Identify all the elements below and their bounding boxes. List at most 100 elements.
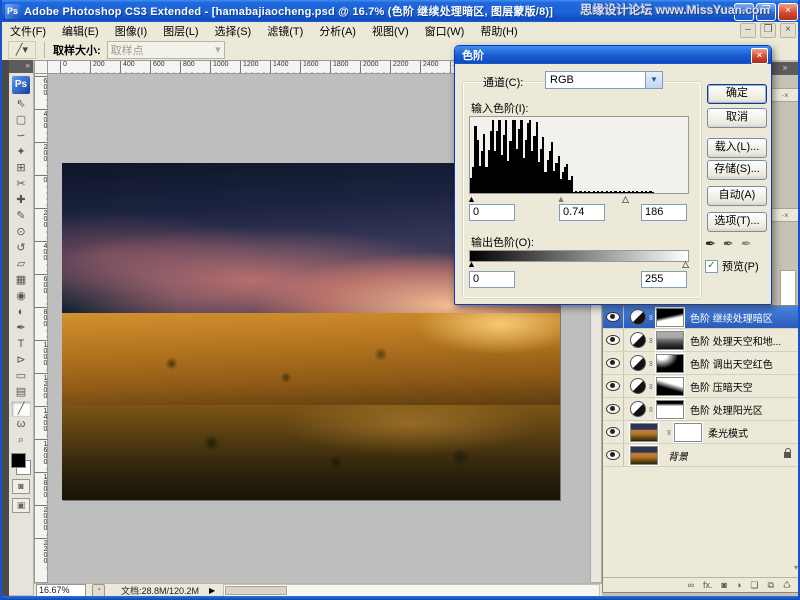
layer-mask-thumbnail[interactable]	[656, 331, 684, 350]
layer-row-3[interactable]: ∞色阶 压暗天空	[603, 375, 800, 398]
layer-name[interactable]: 柔光模式	[708, 425, 748, 440]
blur-tool-icon[interactable]: ◉	[11, 289, 31, 305]
black-point-eyedropper-icon[interactable]: ✒	[705, 236, 716, 252]
menu-item-0[interactable]: 文件(F)	[2, 22, 54, 40]
dialog-close-button[interactable]: ×	[751, 48, 768, 64]
layer-row-4[interactable]: ∞色阶 处理阳光区	[603, 398, 800, 421]
gradient-tool-icon[interactable]: ▦	[11, 273, 31, 289]
layer-row-2[interactable]: ∞色阶 调出天空红色	[603, 352, 800, 375]
adjustment-layer-icon[interactable]	[630, 309, 646, 325]
doc-control-0[interactable]: –	[740, 23, 756, 38]
hidden-panel-scrollbar[interactable]	[780, 270, 796, 308]
eyedropper-tool-preset[interactable]: ╱▾	[8, 41, 36, 59]
load-button[interactable]: 载入(L)...	[707, 138, 767, 158]
levels-dialog[interactable]: 色阶 × 通道(C): RGB ▼ 输入色阶(I): ▲ ▲ △ 0 0.74 …	[454, 45, 772, 305]
hidden-panel-header[interactable]: -×	[770, 88, 800, 102]
shape-tool-icon[interactable]: ▭	[11, 369, 31, 385]
eye-icon[interactable]	[606, 381, 620, 391]
lasso-tool-icon[interactable]: ∽	[11, 129, 31, 145]
layer-visibility-cell[interactable]	[603, 352, 624, 374]
output-highlight-slider[interactable]: △	[682, 260, 689, 269]
menu-item-3[interactable]: 图层(L)	[155, 22, 206, 40]
status-flyout-arrow[interactable]: ▶	[209, 586, 215, 595]
slice-tool-icon[interactable]: ✂	[11, 177, 31, 193]
eraser-tool-icon[interactable]: ▱	[11, 257, 31, 273]
menu-item-5[interactable]: 滤镜(T)	[259, 22, 311, 40]
layer-visibility-cell[interactable]	[603, 306, 624, 328]
layer-visibility-cell[interactable]	[603, 398, 624, 420]
layer-row-0[interactable]: ∞色阶 继续处理暗区	[603, 306, 800, 329]
input-gamma-slider[interactable]: ▲	[557, 195, 566, 204]
screen-mode-button[interactable]: ▣	[12, 498, 30, 513]
type-tool-icon[interactable]: T	[11, 337, 31, 353]
menu-item-2[interactable]: 图像(I)	[107, 22, 155, 40]
new-layer-icon[interactable]: ⧉	[767, 580, 773, 591]
menu-item-9[interactable]: 帮助(H)	[472, 22, 525, 40]
hand-tool-icon[interactable]: ω	[11, 417, 31, 433]
layer-visibility-cell[interactable]	[603, 375, 624, 397]
layer-thumbnail[interactable]	[630, 446, 658, 465]
output-shadow-slider[interactable]: ▲	[467, 260, 476, 269]
adjustment-layer-icon[interactable]	[630, 378, 646, 394]
path-select-tool-icon[interactable]: ⊳	[11, 353, 31, 369]
eye-icon[interactable]	[606, 450, 620, 460]
layer-name[interactable]: 色阶 压暗天空	[690, 379, 753, 394]
layer-visibility-cell[interactable]	[603, 329, 624, 351]
layer-mask-thumbnail[interactable]	[656, 308, 684, 327]
scroll-thumb[interactable]	[225, 586, 287, 595]
layer-row-1[interactable]: ∞色阶 处理天空和地...	[603, 329, 800, 352]
layer-mask-thumbnail[interactable]	[656, 354, 684, 373]
link-layers-icon[interactable]: ∞	[688, 580, 694, 590]
crop-tool-icon[interactable]: ⊞	[11, 161, 31, 177]
layer-name[interactable]: 色阶 处理天空和地...	[690, 333, 781, 348]
layer-thumbnail[interactable]	[630, 423, 658, 442]
close-button[interactable]: ×	[778, 3, 798, 21]
channel-select[interactable]: RGB ▼	[545, 71, 663, 89]
hidden-panel-header[interactable]: -×	[770, 208, 800, 222]
healing-brush-tool-icon[interactable]: ✚	[11, 193, 31, 209]
quick-selection-tool-icon[interactable]: ✦	[11, 145, 31, 161]
menu-item-7[interactable]: 视图(V)	[364, 22, 417, 40]
add-mask-icon[interactable]: ◙	[722, 580, 727, 590]
layer-style-icon[interactable]: fx.	[703, 580, 713, 590]
menu-item-1[interactable]: 编辑(E)	[54, 22, 107, 40]
adjustment-layer-icon[interactable]	[630, 401, 646, 417]
layer-name[interactable]: 背景	[668, 448, 688, 463]
layer-visibility-cell[interactable]	[603, 421, 624, 443]
layer-name[interactable]: 色阶 调出天空红色	[690, 356, 773, 371]
adjustment-layer-icon[interactable]	[630, 355, 646, 371]
menu-item-8[interactable]: 窗口(W)	[417, 22, 473, 40]
layer-name[interactable]: 色阶 处理阳光区	[690, 402, 763, 417]
layer-row-6[interactable]: 背景	[603, 444, 800, 467]
eye-icon[interactable]	[606, 358, 620, 368]
input-shadow-slider[interactable]: ▲	[467, 195, 476, 204]
eyedropper-tool-icon[interactable]: ╱	[11, 401, 31, 417]
dialog-title-bar[interactable]: 色阶 ×	[455, 46, 771, 64]
quick-mask-button[interactable]: ◙	[12, 479, 30, 494]
toolbox-collapse-icon[interactable]: »	[9, 60, 33, 73]
layer-mask-thumbnail[interactable]	[656, 400, 684, 419]
adjustment-layer-icon[interactable]	[630, 332, 646, 348]
save-button[interactable]: 存储(S)...	[707, 160, 767, 180]
foreground-color-swatch[interactable]	[11, 453, 26, 468]
input-gamma-field[interactable]: 0.74	[559, 204, 605, 221]
layer-name[interactable]: 色阶 继续处理暗区	[690, 310, 773, 325]
gray-point-eyedropper-icon[interactable]: ✒	[723, 236, 734, 252]
eye-icon[interactable]	[606, 312, 620, 322]
delete-layer-icon[interactable]: ♺	[783, 580, 791, 591]
output-highlight-field[interactable]: 255	[641, 271, 687, 288]
auto-button[interactable]: 自动(A)	[707, 186, 767, 206]
sample-size-select[interactable]: 取样点 ▾	[107, 41, 225, 59]
preview-checkbox[interactable]: ✓	[705, 260, 718, 273]
input-shadow-field[interactable]: 0	[469, 204, 515, 221]
new-group-icon[interactable]: ❏	[750, 580, 758, 591]
cancel-button[interactable]: 取消	[707, 108, 767, 128]
ruler-origin[interactable]	[34, 60, 48, 74]
eye-icon[interactable]	[606, 404, 620, 414]
layer-mask-thumbnail[interactable]	[656, 377, 684, 396]
layer-row-5[interactable]: ∞柔光模式	[603, 421, 800, 444]
options-button[interactable]: 选项(T)...	[707, 212, 767, 232]
notes-tool-icon[interactable]: ▤	[11, 385, 31, 401]
ok-button[interactable]: 确定	[707, 84, 767, 104]
dodge-tool-icon[interactable]: ◐	[11, 305, 31, 321]
